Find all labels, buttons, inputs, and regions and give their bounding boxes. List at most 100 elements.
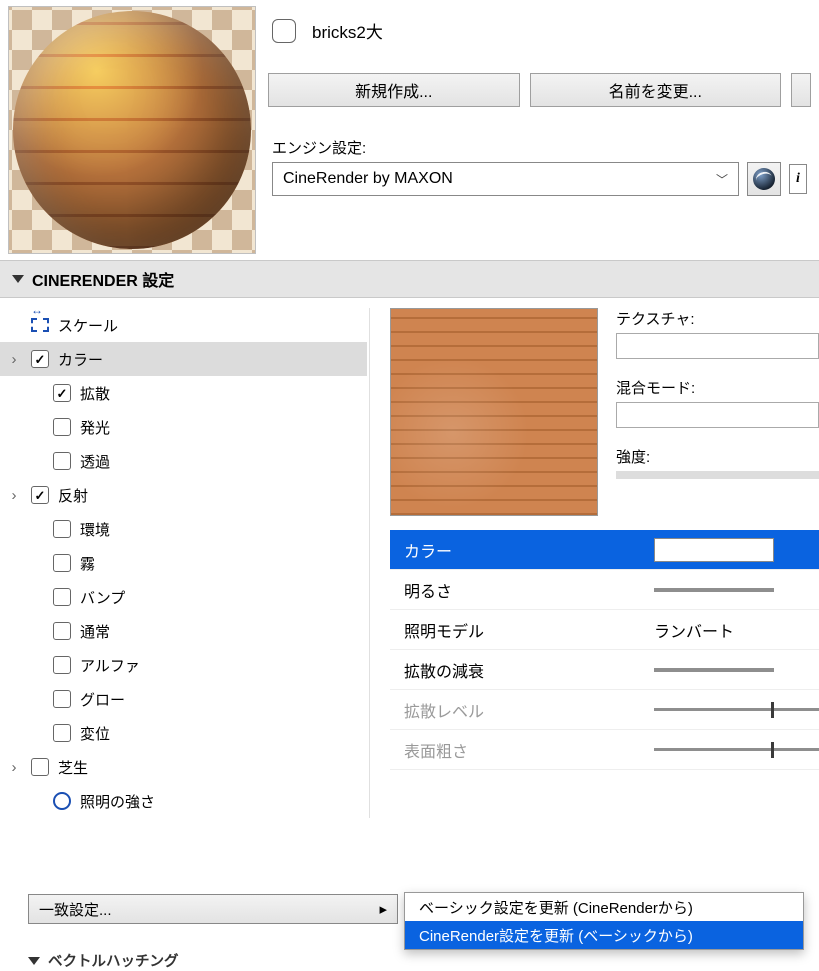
prop-label: 表面粗さ xyxy=(404,738,654,762)
tree-label: 芝生 xyxy=(58,757,88,778)
prop-label: 明るさ xyxy=(404,578,654,602)
strength-slider[interactable] xyxy=(616,471,819,479)
tree-row-transparency[interactable]: 透過 xyxy=(0,444,367,478)
channel-settings-panel: テクスチャ: 混合モード: 強度: カラー 明るさ xyxy=(390,308,819,818)
button-truncated[interactable] xyxy=(791,73,811,107)
expander-icon[interactable]: › xyxy=(6,351,22,368)
checkbox-off-icon[interactable] xyxy=(53,622,71,640)
prop-row-roughness: 表面粗さ xyxy=(390,730,819,770)
tree-row-normal[interactable]: 通常 xyxy=(0,614,367,648)
checkbox-off-icon[interactable] xyxy=(53,452,71,470)
disclosure-down-icon xyxy=(12,275,24,283)
tree-label: 拡散 xyxy=(80,383,110,404)
checkbox-off-icon[interactable] xyxy=(53,554,71,572)
tree-label: 発光 xyxy=(80,417,110,438)
material-name-text[interactable]: bricks2大 xyxy=(308,18,383,43)
material-action-buttons: 新規作成... 名前を変更... xyxy=(268,73,811,107)
checkbox-off-icon[interactable] xyxy=(53,418,71,436)
tree-label: 照明の強さ xyxy=(80,791,155,812)
prop-row-brightness[interactable]: 明るさ xyxy=(390,570,819,610)
tree-label: 通常 xyxy=(80,621,110,642)
material-preview xyxy=(8,6,256,254)
tree-row-alpha[interactable]: アルファ xyxy=(0,648,367,682)
rename-button[interactable]: 名前を変更... xyxy=(530,73,782,107)
texture-field: テクスチャ: xyxy=(616,308,819,359)
prop-row-color[interactable]: カラー xyxy=(390,530,819,570)
match-settings-popup: ベーシック設定を更新 (CineRenderから) CineRender設定を更… xyxy=(404,892,804,950)
prop-label: 照明モデル xyxy=(404,618,654,642)
prop-value[interactable]: ランバート xyxy=(654,618,805,642)
tree-row-reflection[interactable]: › 反射 xyxy=(0,478,367,512)
tree-row-illumination[interactable]: 照明の強さ xyxy=(0,784,367,818)
tree-label: カラー xyxy=(58,349,103,370)
scale-icon xyxy=(31,318,49,332)
engine-block: エンジン設定: CineRender by MAXON ﹀ i xyxy=(268,137,811,196)
tree-label: スケール xyxy=(58,315,118,336)
engine-row: CineRender by MAXON ﹀ i xyxy=(272,162,807,196)
tree-row-luminance[interactable]: 発光 xyxy=(0,410,367,444)
checkbox-on-icon[interactable] xyxy=(53,384,71,402)
expander-icon[interactable]: › xyxy=(6,487,22,504)
match-settings-label: 一致設定... xyxy=(39,899,112,920)
tree-label: グロー xyxy=(80,689,125,710)
vector-hatching-title: ベクトルハッチング xyxy=(48,950,179,971)
tree-row-scale[interactable]: スケール xyxy=(0,308,367,342)
checkbox-off-icon[interactable] xyxy=(53,690,71,708)
checkbox-off-icon[interactable] xyxy=(53,520,71,538)
checkbox-on-icon[interactable] xyxy=(31,486,49,504)
engine-select-value: CineRender by MAXON xyxy=(283,170,453,188)
roughness-slider xyxy=(654,742,774,758)
engine-i-button[interactable]: i xyxy=(789,164,807,194)
checkbox-off-icon[interactable] xyxy=(53,588,71,606)
tree-label: 透過 xyxy=(80,451,110,472)
material-header-area: bricks2大 新規作成... 名前を変更... エンジン設定: CineRe… xyxy=(0,0,819,260)
texture-fields: テクスチャ: 混合モード: 強度: xyxy=(616,308,819,516)
expander-icon[interactable]: › xyxy=(6,759,22,776)
light-icon xyxy=(53,792,71,810)
prop-label: 拡散レベル xyxy=(404,698,654,722)
material-top-right: bricks2大 新規作成... 名前を変更... エンジン設定: CineRe… xyxy=(268,6,811,254)
tree-label: アルファ xyxy=(80,655,140,676)
vector-hatching-section-header[interactable]: ベクトルハッチング xyxy=(28,950,179,971)
tree-row-environment[interactable]: 環境 xyxy=(0,512,367,546)
brightness-slider[interactable] xyxy=(654,588,774,592)
checkbox-off-icon[interactable] xyxy=(53,724,71,742)
cinerender-section-header[interactable]: CINERENDER 設定 xyxy=(0,260,819,298)
prop-row-model[interactable]: 照明モデル ランバート xyxy=(390,610,819,650)
material-name-row: bricks2大 xyxy=(268,6,811,43)
engine-info-button[interactable] xyxy=(747,162,781,196)
prop-row-falloff[interactable]: 拡散の減衰 xyxy=(390,650,819,690)
cinema4d-icon xyxy=(753,168,775,190)
blend-mode-input[interactable] xyxy=(616,402,819,428)
tree-row-bump[interactable]: バンプ xyxy=(0,580,367,614)
disclosure-down-icon xyxy=(28,957,40,965)
engine-label: エンジン設定: xyxy=(272,137,807,158)
channel-tree: スケール › カラー 拡散 発光 透過 › 反射 xyxy=(0,308,370,818)
tree-row-grass[interactable]: › 芝生 xyxy=(0,750,367,784)
tree-row-fog[interactable]: 霧 xyxy=(0,546,367,580)
popup-item-update-basic[interactable]: ベーシック設定を更新 (CineRenderから) xyxy=(405,893,803,921)
texture-block: テクスチャ: 混合モード: 強度: xyxy=(390,308,819,516)
texture-label: テクスチャ: xyxy=(616,308,819,329)
new-button[interactable]: 新規作成... xyxy=(268,73,520,107)
falloff-slider[interactable] xyxy=(654,668,774,672)
submenu-arrow-icon: ▸ xyxy=(379,900,387,918)
checkbox-on-icon[interactable] xyxy=(31,350,49,368)
engine-select[interactable]: CineRender by MAXON ﹀ xyxy=(272,162,739,196)
cinerender-section-title: CINERENDER 設定 xyxy=(32,267,174,291)
color-swatch[interactable] xyxy=(654,538,774,562)
match-settings-button[interactable]: 一致設定... ▸ xyxy=(28,894,398,924)
checkbox-off-icon[interactable] xyxy=(53,656,71,674)
texture-preview[interactable] xyxy=(390,308,598,516)
tree-row-color[interactable]: › カラー xyxy=(0,342,367,376)
tree-label: 環境 xyxy=(80,519,110,540)
tree-row-glow[interactable]: グロー xyxy=(0,682,367,716)
checkbox-off-icon[interactable] xyxy=(31,758,49,776)
tree-label: 変位 xyxy=(80,723,110,744)
material-enabled-checkbox[interactable] xyxy=(272,19,296,43)
tree-row-displacement[interactable]: 変位 xyxy=(0,716,367,750)
tree-label: 霧 xyxy=(80,553,95,574)
tree-row-diffuse[interactable]: 拡散 xyxy=(0,376,367,410)
popup-item-update-cinerender[interactable]: CineRender設定を更新 (ベーシックから) xyxy=(405,921,803,949)
texture-input[interactable] xyxy=(616,333,819,359)
